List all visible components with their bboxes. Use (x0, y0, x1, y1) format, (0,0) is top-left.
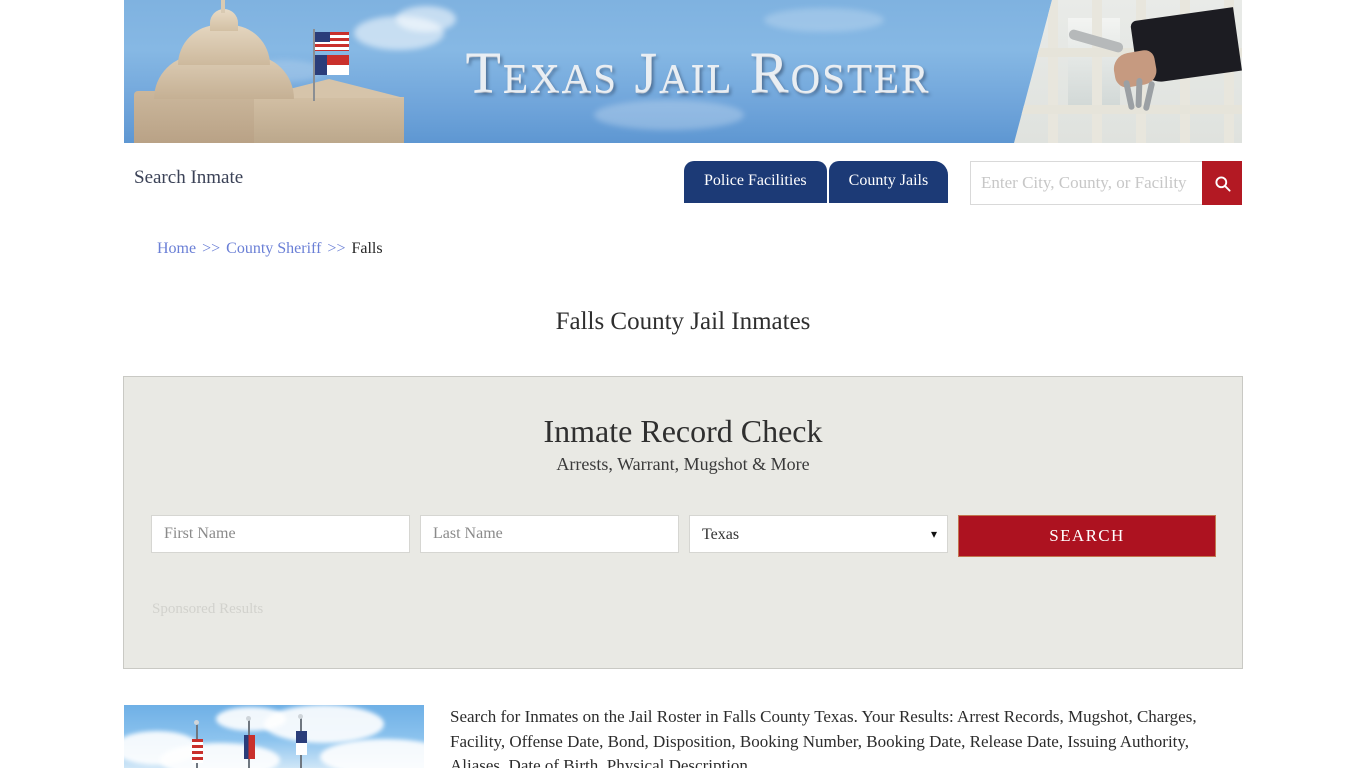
breadcrumb-separator: >> (202, 240, 221, 257)
site-banner: Texas Jail Roster (124, 0, 1242, 143)
content-section: Search for Inmates on the Jail Roster in… (124, 705, 1242, 768)
tab-police-facilities[interactable]: Police Facilities (684, 161, 827, 203)
facility-search-group (970, 161, 1242, 205)
search-icon (1213, 174, 1232, 193)
nav-tabs: Police Facilities County Jails (684, 161, 949, 203)
banner-cloud (764, 8, 884, 32)
page-title: Falls County Jail Inmates (555, 307, 811, 335)
breadcrumb-separator: >> (327, 240, 346, 257)
site-brand[interactable]: Search Inmate (134, 167, 243, 189)
facility-search-input[interactable] (970, 161, 1202, 205)
record-check-form: Texas ▾ SEARCH (151, 515, 1217, 557)
breadcrumb-link-county-sheriff[interactable]: County Sheriff (226, 240, 321, 257)
flag-icon (296, 731, 307, 755)
last-name-input[interactable] (420, 515, 679, 553)
state-select-wrap: Texas ▾ (689, 515, 948, 553)
banner-title: Texas Jail Roster (465, 40, 931, 105)
record-check-search-button[interactable]: SEARCH (958, 515, 1216, 557)
breadcrumb-current: Falls (351, 240, 383, 257)
site-navbar: Search Inmate Police Facilities County J… (124, 143, 1242, 223)
panel-title: Inmate Record Check (543, 413, 823, 449)
panel-subtitle: Arrests, Warrant, Mugshot & More (556, 454, 810, 474)
texas-flag-icon (244, 735, 255, 759)
sponsored-results-label: Sponsored Results (152, 601, 264, 617)
breadcrumb-link-home[interactable]: Home (157, 240, 196, 257)
inmate-record-check-panel: Inmate Record Check Arrests, Warrant, Mu… (123, 376, 1243, 669)
us-flag-icon (192, 739, 203, 763)
first-name-input[interactable] (151, 515, 410, 553)
facility-search-button[interactable] (1202, 161, 1242, 205)
flags-sky-photo (124, 705, 424, 768)
tab-county-jails[interactable]: County Jails (828, 161, 949, 203)
content-description: Search for Inmates on the Jail Roster in… (450, 707, 1197, 768)
page-root: Texas Jail Roster Search Inmate Police F… (0, 0, 1366, 768)
state-select[interactable]: Texas (689, 515, 948, 553)
breadcrumb: Home >> County Sheriff >> Falls (157, 240, 383, 258)
